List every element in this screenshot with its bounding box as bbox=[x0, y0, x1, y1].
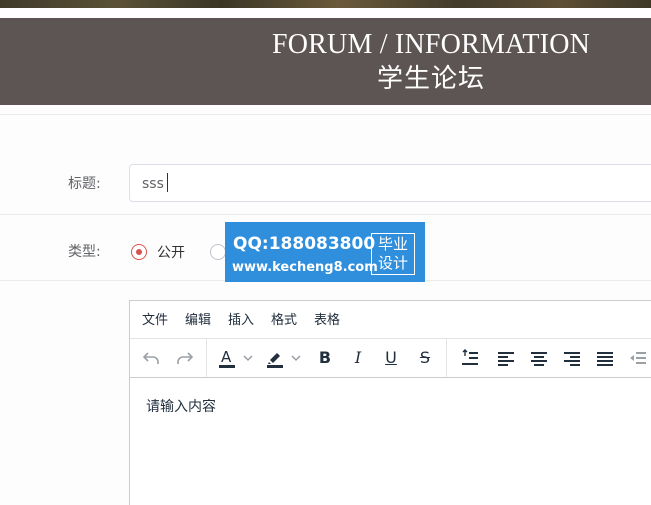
radio-public[interactable] bbox=[131, 244, 147, 260]
watermark-tag-line1: 毕业 bbox=[377, 235, 408, 253]
menu-file[interactable]: 文件 bbox=[142, 312, 168, 330]
toolbar-separator bbox=[446, 339, 447, 377]
watermark-overlay: QQ:188083800 www.kecheng8.com 毕业 设计 bbox=[225, 222, 425, 282]
rich-text-editor: 文件 编辑 插入 格式 表格 A B I U S 请输入内容 bbox=[129, 300, 651, 505]
watermark-qq: QQ:188083800 bbox=[233, 234, 376, 254]
menu-edit[interactable]: 编辑 bbox=[185, 312, 211, 330]
header-photo-strip bbox=[0, 0, 651, 8]
editor-toolbar: A B I U S bbox=[130, 339, 651, 378]
title-input[interactable] bbox=[142, 174, 542, 194]
radio-second-option[interactable] bbox=[210, 244, 226, 260]
divider bbox=[0, 214, 651, 215]
title-field[interactable] bbox=[129, 164, 651, 202]
align-center-icon[interactable] bbox=[528, 347, 550, 369]
page: FORUM / INFORMATION 学生论坛 标题: 类型: 公开 QQ:1… bbox=[0, 0, 651, 505]
title-label: 标题: bbox=[68, 176, 101, 192]
menu-table[interactable]: 表格 bbox=[314, 312, 340, 330]
undo-icon[interactable] bbox=[140, 347, 162, 369]
editor-content-placeholder[interactable]: 请输入内容 bbox=[146, 397, 216, 417]
menu-format[interactable]: 格式 bbox=[271, 312, 297, 330]
toolbar-separator bbox=[206, 339, 207, 377]
text-caret bbox=[167, 173, 168, 192]
menu-insert[interactable]: 插入 bbox=[228, 312, 254, 330]
watermark-tag-line2: 设计 bbox=[377, 254, 408, 272]
type-label: 类型: bbox=[68, 244, 101, 260]
divider bbox=[0, 114, 651, 115]
italic-icon[interactable]: I bbox=[347, 347, 369, 369]
align-left-icon[interactable] bbox=[495, 347, 517, 369]
strikethrough-icon[interactable]: S bbox=[414, 347, 436, 369]
align-justify-icon[interactable] bbox=[594, 347, 616, 369]
align-right-icon[interactable] bbox=[561, 347, 583, 369]
redo-icon[interactable] bbox=[174, 347, 196, 369]
radio-public-label[interactable]: 公开 bbox=[157, 243, 185, 263]
page-banner: FORUM / INFORMATION 学生论坛 bbox=[0, 18, 651, 105]
line-height-icon[interactable] bbox=[459, 347, 481, 369]
watermark-tag: 毕业 设计 bbox=[371, 233, 415, 275]
chevron-down-icon[interactable] bbox=[242, 347, 254, 369]
banner-subtitle: 学生论坛 bbox=[376, 64, 485, 94]
header-gap bbox=[0, 8, 651, 18]
banner-title: FORUM / INFORMATION bbox=[271, 29, 591, 60]
outdent-icon[interactable] bbox=[627, 347, 649, 369]
text-color-icon[interactable]: A bbox=[216, 347, 238, 369]
underline-icon[interactable]: U bbox=[380, 347, 402, 369]
highlight-icon[interactable] bbox=[264, 347, 286, 369]
svg-text:A: A bbox=[221, 348, 232, 366]
bold-icon[interactable]: B bbox=[314, 347, 336, 369]
chevron-down-icon[interactable] bbox=[290, 347, 302, 369]
editor-menubar: 文件 编辑 插入 格式 表格 bbox=[130, 301, 651, 339]
watermark-site: www.kecheng8.com bbox=[232, 260, 378, 275]
